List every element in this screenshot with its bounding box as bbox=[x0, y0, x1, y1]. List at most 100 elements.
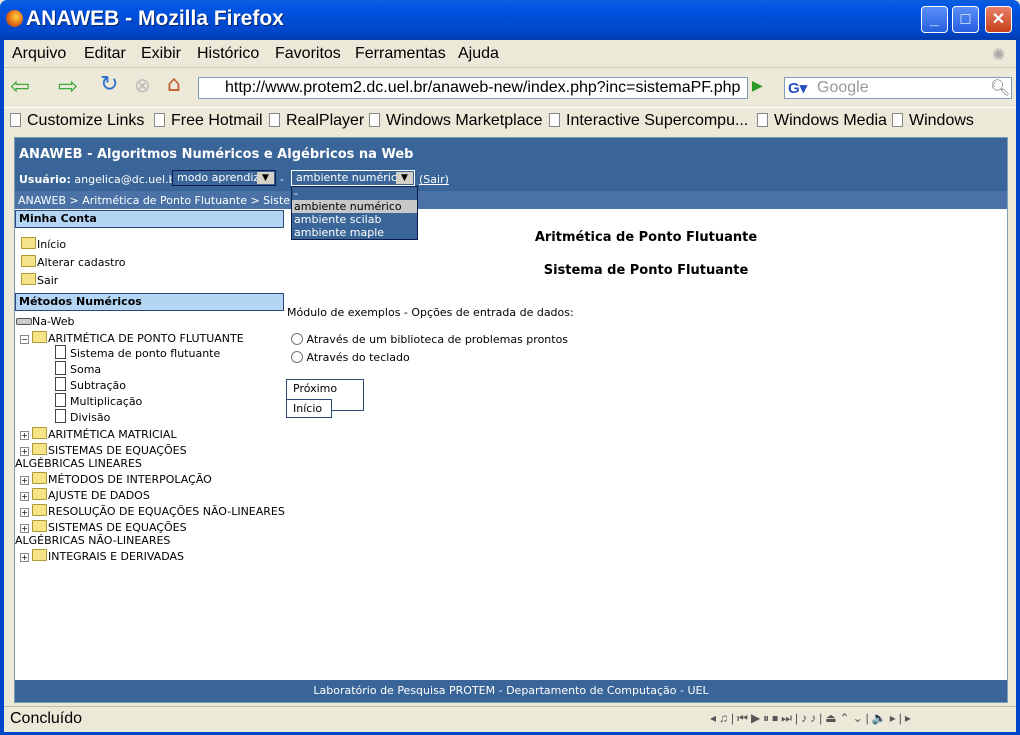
folder-icon bbox=[21, 273, 36, 285]
tree-item-soma[interactable]: Soma bbox=[55, 361, 101, 376]
sidebar-item-alterar-cadastro[interactable]: Alterar cadastro bbox=[21, 255, 126, 269]
folder-open-icon bbox=[32, 331, 47, 343]
tree-folder[interactable]: + RESOLUÇÃO DE EQUAÇÕES NÃO-LINEARES bbox=[20, 504, 285, 518]
google-icon[interactable]: G▾ bbox=[788, 79, 807, 97]
drive-icon bbox=[16, 318, 32, 325]
option-ambiente-scilab[interactable]: ambiente scilab bbox=[292, 213, 417, 226]
bookmark-windows-marketplace[interactable]: Windows Marketplace bbox=[369, 112, 543, 130]
separator: - bbox=[280, 173, 284, 186]
expand-icon: + bbox=[20, 476, 29, 485]
status-text: Concluído bbox=[10, 710, 83, 727]
bookmark-customize-links[interactable]: Customize Links bbox=[10, 112, 144, 130]
document-icon bbox=[55, 393, 66, 407]
tree-folder-open[interactable]: − ARITMÉTICA DE PONTO FLUTUANTE bbox=[20, 331, 244, 345]
maximize-button[interactable]: □ bbox=[952, 6, 979, 33]
option-teclado[interactable]: Através do teclado bbox=[291, 351, 410, 364]
collapse-icon: − bbox=[20, 335, 29, 344]
tree-item-sistema[interactable]: Sistema de ponto flutuante bbox=[55, 345, 220, 360]
chevron-down-icon: ▼ bbox=[257, 172, 274, 184]
tree-folder[interactable]: + SISTEMAS DE EQUAÇÕES ALGÉBRICAS LINEARE… bbox=[15, 443, 255, 470]
logout-link[interactable]: (Sair) bbox=[419, 173, 449, 186]
option-ambiente-numerico[interactable]: ambiente numérico bbox=[292, 200, 417, 213]
section-metodos-numericos: Métodos Numéricos bbox=[15, 293, 284, 311]
title-bar: ANAWEB - Mozilla Firefox _ □ ✕ bbox=[0, 0, 1020, 40]
expand-icon: + bbox=[20, 447, 29, 456]
url-bar[interactable]: http://www.protem2.dc.uel.br/anaweb-new/… bbox=[198, 77, 748, 99]
tree-item-subtracao[interactable]: Subtração bbox=[55, 377, 126, 392]
document-icon bbox=[55, 345, 66, 359]
bookmark-interactive-supercomputing[interactable]: Interactive Supercompu... bbox=[549, 112, 748, 130]
menu-arquivo[interactable]: Arquivo bbox=[12, 45, 66, 63]
menu-editar[interactable]: Editar bbox=[84, 45, 126, 63]
document-icon bbox=[55, 377, 66, 391]
back-icon[interactable]: ⇦ bbox=[10, 72, 30, 100]
user-email: angelica@dc.uel.br - bbox=[74, 173, 188, 186]
bookmark-windows-media[interactable]: Windows Media bbox=[757, 112, 887, 130]
tree-item-divisao[interactable]: Divisão bbox=[55, 409, 110, 424]
page-subtitle: Sistema de Ponto Flutuante bbox=[543, 263, 749, 278]
option-biblioteca[interactable]: Através de um biblioteca de problemas pr… bbox=[291, 333, 568, 346]
bookmark-windows[interactable]: Windows bbox=[892, 112, 974, 130]
option-ambiente-maple[interactable]: ambiente maple bbox=[292, 226, 417, 239]
search-placeholder: Google bbox=[817, 79, 869, 96]
page-content: ANAWEB - Algoritmos Numéricos e Algébric… bbox=[14, 137, 1008, 703]
tree-folder[interactable]: + MÉTODOS DE INTERPOLAÇÃO bbox=[20, 472, 212, 486]
sidebar: Minha Conta Início Alterar cadastro Sair… bbox=[15, 209, 285, 680]
menu-favoritos[interactable]: Favoritos bbox=[275, 45, 341, 63]
chevron-down-icon: ▼ bbox=[396, 172, 413, 184]
document-icon bbox=[55, 361, 66, 375]
sidebar-item-inicio[interactable]: Início bbox=[21, 237, 66, 251]
environment-dropdown: - ambiente numérico ambiente scilab ambi… bbox=[291, 186, 418, 240]
option-none[interactable]: - bbox=[292, 187, 417, 200]
folder-icon bbox=[32, 488, 47, 500]
tree-item-multiplicacao[interactable]: Multiplicação bbox=[55, 393, 142, 408]
status-bar: Concluído ◂♫|⏮▶⏸⏹⏭|♪♪|⏏⌃⌄|🔈▸|▸ bbox=[4, 706, 1016, 732]
environment-select[interactable]: ambiente numérico ▼ bbox=[291, 170, 415, 186]
url-text: http://www.protem2.dc.uel.br/anaweb-new/… bbox=[225, 79, 741, 96]
expand-icon: + bbox=[20, 431, 29, 440]
main-panel: Aritmética de Ponto Flutuante Sistema de… bbox=[285, 209, 1007, 680]
folder-icon bbox=[32, 549, 47, 561]
site-header: ANAWEB - Algoritmos Numéricos e Algébric… bbox=[15, 138, 1007, 191]
tree-folder[interactable]: + ARITMÉTICA MATRICIAL bbox=[20, 427, 177, 441]
forward-icon[interactable]: ⇨ bbox=[58, 72, 78, 100]
tree-folder[interactable]: + SISTEMAS DE EQUAÇÕES ALGÉBRICAS NÃO-LIN… bbox=[15, 520, 255, 547]
folder-icon bbox=[21, 255, 36, 267]
mode-select[interactable]: modo aprendiz ▼ bbox=[172, 170, 276, 186]
folder-icon bbox=[32, 443, 47, 455]
search-icon[interactable]: 🔍︎ bbox=[990, 78, 1010, 97]
menu-ferramentas[interactable]: Ferramentas bbox=[355, 45, 446, 63]
user-label: Usuário: bbox=[19, 173, 71, 186]
throbber-icon: ✺ bbox=[992, 47, 1006, 64]
document-icon bbox=[55, 409, 66, 423]
folder-icon bbox=[32, 504, 47, 516]
search-input[interactable]: Google bbox=[784, 77, 1012, 99]
expand-icon: + bbox=[20, 508, 29, 517]
user-info: Usuário: angelica@dc.uel.br - bbox=[19, 173, 188, 186]
minimize-button[interactable]: _ bbox=[921, 6, 948, 33]
reload-icon[interactable]: ↻ bbox=[100, 72, 118, 97]
home-icon[interactable]: ⌂ bbox=[167, 72, 181, 97]
tree-folder[interactable]: + INTEGRAIS E DERIVADAS bbox=[20, 549, 184, 563]
expand-icon: + bbox=[20, 492, 29, 501]
menu-ajuda[interactable]: Ajuda bbox=[458, 45, 499, 63]
go-icon[interactable]: ▶ bbox=[752, 78, 763, 94]
window-title: ANAWEB - Mozilla Firefox bbox=[26, 7, 284, 30]
bookmark-realplayer[interactable]: RealPlayer bbox=[269, 112, 364, 130]
bookmark-free-hotmail[interactable]: Free Hotmail bbox=[154, 112, 263, 130]
stop-icon[interactable]: ⊗ bbox=[134, 73, 151, 97]
folder-icon bbox=[21, 237, 36, 249]
tree-root[interactable]: Na-Web bbox=[16, 315, 74, 328]
folder-icon bbox=[32, 472, 47, 484]
folder-icon bbox=[32, 427, 47, 439]
options-prompt: Módulo de exemplos - Opções de entrada d… bbox=[287, 306, 574, 319]
menu-historico[interactable]: Histórico bbox=[197, 45, 259, 63]
close-button[interactable]: ✕ bbox=[985, 6, 1012, 33]
tree-folder[interactable]: + AJUSTE DE DADOS bbox=[20, 488, 150, 502]
breadcrumb: ANAWEB > Aritmética de Ponto Flutuante >… bbox=[15, 191, 1007, 209]
sidebar-item-sair[interactable]: Sair bbox=[21, 273, 58, 287]
bookmarks-toolbar: Customize Links Free Hotmail RealPlayer … bbox=[4, 107, 1016, 133]
media-controls-icon[interactable]: ◂♫|⏮▶⏸⏹⏭|♪♪|⏏⌃⌄|🔈▸|▸ bbox=[710, 711, 914, 726]
home-button[interactable]: Início bbox=[286, 399, 332, 418]
menu-exibir[interactable]: Exibir bbox=[141, 45, 181, 63]
